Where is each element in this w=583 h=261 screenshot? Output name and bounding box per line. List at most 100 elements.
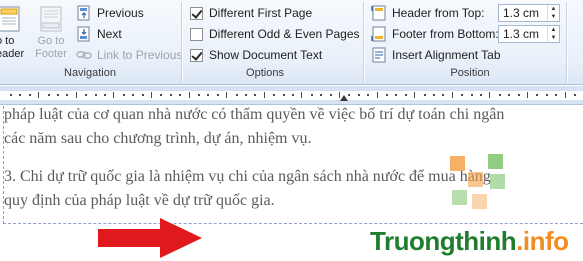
header-icon (0, 6, 23, 32)
ruler-mark (424, 94, 426, 96)
ruler-mark (29, 94, 31, 96)
ruler-mark (377, 92, 378, 98)
previous-label: Previous (97, 6, 144, 20)
ruler-mark (367, 94, 369, 96)
footer-icon (37, 6, 65, 32)
ruler-mark (320, 94, 322, 96)
link-icon (76, 47, 92, 63)
previous-section-icon (76, 5, 92, 21)
ruler-mark (452, 92, 453, 98)
ruler-mark (527, 92, 528, 98)
insert-alignment-tab-label: Insert Alignment Tab (392, 48, 501, 62)
indent-marker[interactable] (340, 95, 348, 101)
show-document-text-option[interactable]: Show Document Text (190, 45, 322, 65)
ruler-mark (19, 94, 21, 96)
ruler-mark (518, 94, 520, 96)
ruler-mark (142, 94, 144, 96)
previous-button[interactable]: Previous (76, 3, 144, 23)
ruler-mark (123, 94, 125, 96)
ruler-mark (170, 94, 172, 96)
ruler-mark (76, 92, 77, 98)
ruler-mark (311, 94, 313, 96)
group-separator (181, 2, 182, 82)
group-separator (566, 2, 567, 82)
horizontal-ruler[interactable] (0, 86, 583, 105)
group-separator (363, 2, 364, 82)
ruler-mark (565, 92, 566, 98)
link-to-previous-label: Link to Previous (97, 48, 183, 62)
options-group-label: Options (246, 67, 284, 79)
red-arrow-icon (98, 218, 202, 258)
spin-up-icon[interactable]: ▲ (548, 26, 559, 34)
show-document-text-checkbox[interactable] (190, 48, 203, 62)
logo-mark-icon (450, 154, 505, 209)
go-to-footer-button[interactable]: Go to Footer (30, 4, 72, 64)
show-document-text-label: Show Document Text (209, 48, 323, 62)
different-first-page-checkbox[interactable] (190, 6, 203, 20)
ruler-mark (536, 94, 538, 96)
next-label: Next (97, 27, 122, 41)
link-to-previous-button[interactable]: Link to Previous (76, 45, 182, 65)
spin-up-icon[interactable]: ▲ (548, 5, 559, 13)
header-from-top-label: Header from Top: (392, 6, 485, 20)
navigation-group-label: Navigation (64, 67, 116, 79)
next-button[interactable]: Next (76, 24, 122, 44)
ruler-mark (57, 94, 59, 96)
spin-down-icon[interactable]: ▼ (548, 13, 559, 21)
different-odd-even-label: Different Odd & Even Pages (209, 27, 360, 41)
go-to-header-button[interactable]: o to eader (0, 4, 30, 64)
different-first-page-option[interactable]: Different First Page (190, 3, 312, 23)
ruler-mark (104, 94, 106, 96)
insert-alignment-tab-button[interactable]: Insert Alignment Tab (371, 45, 501, 65)
spin-down-icon[interactable]: ▼ (548, 34, 559, 42)
ruler-mark (38, 92, 39, 98)
position-group-label: Position (450, 67, 490, 79)
different-odd-even-option[interactable]: Different Odd & Even Pages (190, 24, 360, 44)
ruler-mark (414, 92, 415, 98)
ruler-mark (236, 94, 238, 96)
ruler-mark (433, 94, 435, 96)
ruler-mark (395, 94, 397, 96)
ruler-mark (546, 94, 548, 96)
ruler-mark (292, 94, 294, 96)
ruler-mark (10, 94, 12, 96)
ruler-mark (245, 94, 247, 96)
header-from-top-input[interactable] (499, 5, 547, 21)
next-section-icon (76, 26, 92, 42)
ruler-mark (301, 92, 302, 98)
ruler-mark (113, 92, 114, 98)
ruler-mark (499, 94, 501, 96)
ruler-mark (471, 94, 473, 96)
ruler-mark (151, 92, 152, 98)
ruler-mark (179, 94, 181, 96)
header-from-top-spinner[interactable]: ▲▼ (498, 4, 560, 22)
different-first-page-label: Different First Page (209, 6, 313, 20)
ruler-mark (461, 94, 463, 96)
ruler-mark (66, 94, 68, 96)
ruler-mark (283, 94, 285, 96)
footer-from-bottom-control: Footer from Bottom: ▲▼ (371, 24, 560, 44)
document-area[interactable]: pháp luật của cơ quan nhà nước có thẩm q… (0, 106, 583, 261)
ruler-mark (386, 94, 388, 96)
ruler-mark (405, 94, 407, 96)
ruler-mark (226, 92, 227, 98)
brand-watermark: Truongthinh.info (370, 226, 569, 257)
ruler-mark (348, 94, 350, 96)
footer-from-bottom-input[interactable] (499, 26, 547, 42)
ruler-mark (207, 94, 209, 96)
go-to-footer-label: Go to Footer (35, 35, 67, 60)
brand-name: Truongthinh (370, 226, 517, 256)
ruler-mark (85, 94, 87, 96)
alignment-tab-icon (371, 47, 387, 63)
ruler-mark (189, 92, 190, 98)
different-odd-even-checkbox[interactable] (190, 27, 203, 41)
ruler-mark (330, 94, 332, 96)
spinner-arrows[interactable]: ▲ ▼ (547, 26, 559, 42)
ruler-mark (217, 94, 219, 96)
footer-from-bottom-spinner[interactable]: ▲▼ (498, 25, 560, 43)
ruler-mark (480, 94, 482, 96)
ruler-mark (358, 94, 360, 96)
spinner-arrows[interactable]: ▲ ▼ (547, 5, 559, 21)
ruler-mark (198, 94, 200, 96)
go-to-header-label: o to eader (0, 35, 25, 60)
